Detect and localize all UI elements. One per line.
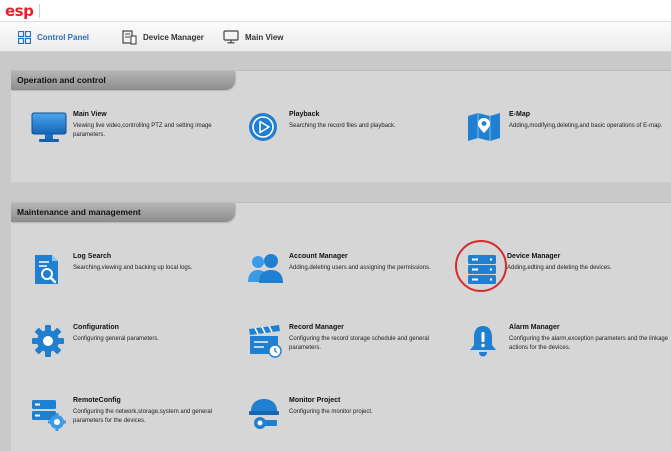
module-title: Main View	[73, 111, 107, 118]
module-title: Playback	[289, 111, 320, 118]
module-description: Configuring the alarm,exception paramete…	[509, 336, 669, 351]
module-record-manager[interactable]: Record Manager Configuring the record st…	[246, 323, 446, 363]
section-title: Maintenance and management	[17, 207, 141, 217]
module-title: Configuration	[73, 324, 119, 331]
module-description: Searching,viewing and backing up local l…	[73, 265, 193, 271]
section-header: Operation and control	[11, 71, 235, 90]
module-configuration[interactable]: Configuration Configuring general parame…	[30, 323, 230, 363]
section-header: Maintenance and management	[11, 203, 235, 222]
camera-icon	[246, 396, 286, 436]
module-monitor-project[interactable]: Monitor Project Configuring the monitor …	[246, 396, 446, 436]
module-description: Configuring the network,storage,system a…	[73, 409, 213, 424]
module-title: Device Manager	[507, 253, 561, 260]
section-title: Operation and control	[17, 75, 106, 85]
play-circle-icon	[246, 110, 286, 150]
monitor-icon	[30, 110, 70, 150]
module-device-manager[interactable]: Device Manager Adding,edting and deletin…	[464, 252, 664, 292]
module-description: Configuring general parameters.	[73, 336, 160, 342]
module-description: Viewing live video,controlling PTZ and s…	[73, 123, 212, 138]
toolbar-device-manager-label: Device Manager	[143, 32, 204, 42]
log-search-icon	[30, 252, 70, 292]
module-description: Adding,deleting users and assigning the …	[289, 265, 431, 271]
toolbar-main-view-label: Main View	[245, 32, 284, 42]
module-description: Configuring the monitor project.	[289, 409, 373, 415]
module-title: E-Map	[509, 111, 530, 118]
toolbar: Control Panel Device Manager Main View	[0, 22, 671, 52]
module-description: Configuring the record storage schedule …	[289, 336, 430, 351]
app-logo: esp	[5, 2, 34, 20]
module-playback[interactable]: Playback Searching the record files and …	[246, 110, 446, 150]
module-title: Account Manager	[289, 253, 348, 260]
clapperboard-icon	[246, 323, 286, 363]
bell-icon	[466, 323, 506, 363]
module-title: Monitor Project	[289, 397, 341, 404]
gear-icon	[30, 323, 70, 363]
module-main-view[interactable]: Main View Viewing live video,controlling…	[30, 110, 230, 150]
server-icon	[122, 29, 137, 45]
toolbar-control-panel-button[interactable]: Control Panel	[18, 28, 89, 46]
module-remote-config[interactable]: RemoteConfig Configuring the network,sto…	[30, 396, 230, 436]
module-title: Log Search	[73, 253, 112, 260]
module-alarm-manager[interactable]: Alarm Manager Configuring the alarm,exce…	[466, 323, 669, 363]
module-title: Alarm Manager	[509, 324, 560, 331]
module-title: Record Manager	[289, 324, 344, 331]
logo-divider	[39, 4, 40, 18]
remote-config-icon	[30, 396, 70, 436]
users-icon	[246, 252, 286, 292]
toolbar-device-manager-button[interactable]: Device Manager	[122, 28, 204, 46]
module-description: Adding,edting and deleting the devices.	[507, 265, 612, 271]
device-manager-icon	[464, 252, 504, 292]
module-description: Adding,modifying,deleting,and basic oper…	[509, 123, 663, 129]
module-e-map[interactable]: E-Map Adding,modifying,deleting,and basi…	[466, 110, 666, 150]
toolbar-main-view-button[interactable]: Main View	[223, 28, 284, 46]
module-title: RemoteConfig	[73, 397, 121, 404]
module-description: Searching the record files and playback.	[289, 123, 396, 129]
grid-icon	[18, 30, 31, 44]
module-log-search[interactable]: Log Search Searching,viewing and backing…	[30, 252, 230, 292]
monitor-icon	[223, 30, 239, 44]
toolbar-control-panel-label: Control Panel	[37, 32, 90, 42]
module-account-manager[interactable]: Account Manager Adding,deleting users an…	[246, 252, 446, 292]
title-bar: esp	[0, 0, 671, 22]
map-pin-icon	[466, 110, 506, 150]
